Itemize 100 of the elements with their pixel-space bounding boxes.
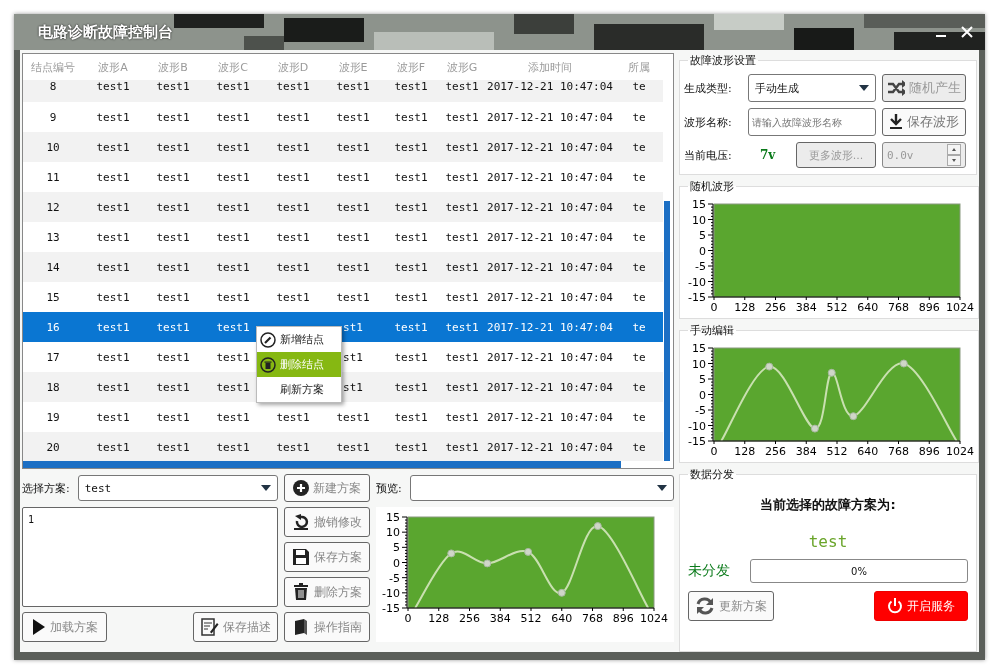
- table-cell-text: test1: [335, 200, 371, 214]
- save-wave-button[interactable]: 保存波形: [882, 108, 966, 136]
- column-header[interactable]: 结点编号: [23, 59, 83, 75]
- table-cell-text: test1: [155, 230, 191, 244]
- table-row[interactable]: 8 test1 test1 test1 test1 test1 test1 test1 2017-12-21 10:47:04 te: [23, 80, 663, 102]
- scheme-action-button[interactable]: 撤销修改: [284, 507, 370, 537]
- table-cell-text: test1: [444, 200, 480, 214]
- table-row[interactable]: 12 test1 test1 test1 test1 test1 test1 test1 2017-12-21 10:47:04 te: [23, 192, 663, 222]
- table-cell-text: test1: [393, 380, 429, 394]
- wave-name-field[interactable]: 请输入故障波形名称: [748, 108, 876, 136]
- data-point: [765, 362, 774, 371]
- column-header[interactable]: 波形G: [439, 59, 485, 75]
- axis-tick-label: 512: [826, 445, 848, 458]
- save-description-button[interactable]: 保存描述: [193, 612, 278, 642]
- table-cell-text: test1: [335, 290, 371, 304]
- menu-item[interactable]: 刷新方案: [257, 377, 341, 402]
- close-icon[interactable]: [961, 26, 973, 38]
- table-cell-text: 2017-12-21 10:47:04: [486, 410, 614, 424]
- table-cell-text: 2017-12-21 10:47:04: [486, 290, 614, 304]
- table-cell-text: 13: [45, 230, 61, 244]
- axis-tick-label: -15: [688, 435, 706, 448]
- scheme-action-button[interactable]: 保存方案: [284, 542, 370, 572]
- new-scheme-button[interactable]: 新建方案: [284, 474, 370, 502]
- table-cell-text: test1: [393, 410, 429, 424]
- group-title: 故障波形设置: [689, 53, 757, 68]
- table-cell-text: 2017-12-21 10:47:04: [486, 350, 614, 364]
- table-cell-text: test1: [215, 170, 251, 184]
- table-cell-text: test1: [215, 110, 251, 124]
- axis-tick-label: -15: [688, 291, 706, 304]
- table-cell-text: test1: [215, 410, 251, 424]
- column-header[interactable]: 添加时间: [485, 59, 615, 75]
- table-cell-text: te: [631, 380, 647, 394]
- axis-tick-label: 0: [699, 388, 706, 402]
- axis-tick-label: 10: [692, 213, 706, 227]
- book-icon: [292, 618, 310, 636]
- table-row[interactable]: 14 test1 test1 test1 test1 test1 test1 test1 2017-12-21 10:47:04 te: [23, 252, 663, 282]
- table-cell-text: 10: [45, 140, 61, 154]
- preview-dropdown[interactable]: [409, 475, 674, 501]
- table-cell-text: te: [631, 440, 647, 454]
- table-cell-text: 2017-12-21 10:47:04: [486, 230, 614, 244]
- axis-tick-label: 1024: [640, 612, 668, 625]
- axis-tick-label: 384: [795, 301, 817, 314]
- table-cell-text: test1: [393, 350, 429, 364]
- table-cell-text: test1: [155, 80, 191, 93]
- data-point: [827, 368, 836, 377]
- scheme-dropdown[interactable]: test: [77, 475, 278, 501]
- table-cell-text: test1: [215, 350, 251, 364]
- menu-item[interactable]: 删除结点: [257, 352, 341, 377]
- axis-tick-label: 640: [857, 301, 879, 314]
- column-header[interactable]: 波形E: [323, 59, 383, 75]
- load-scheme-button[interactable]: 加载方案: [22, 612, 107, 642]
- table-cell-text: test1: [155, 350, 191, 364]
- scrollbar-thumb[interactable]: [23, 461, 621, 468]
- table-row[interactable]: 10 test1 test1 test1 test1 test1 test1 test1 2017-12-21 10:47:04 te: [23, 132, 663, 162]
- table-cell-text: test1: [95, 170, 131, 184]
- table-cell-text: 2017-12-21 10:47:04: [486, 260, 614, 274]
- column-header[interactable]: 所属: [615, 59, 663, 75]
- trash-icon: [292, 583, 310, 601]
- table-cell-text: test1: [95, 110, 131, 124]
- axis-tick-label: 15: [692, 342, 706, 355]
- power-icon: [887, 598, 903, 614]
- table-cell-text: test1: [215, 230, 251, 244]
- start-service-button[interactable]: 开启服务: [874, 591, 968, 621]
- table-cell-text: test1: [95, 80, 131, 93]
- voltage-value: 7v: [759, 148, 776, 162]
- update-scheme-button[interactable]: 更新方案: [688, 591, 774, 621]
- table-cell-text: test1: [444, 260, 480, 274]
- table-cell-text: test1: [215, 440, 251, 454]
- axis-tick-label: 5: [699, 373, 706, 386]
- type-dropdown[interactable]: 手动生成: [748, 74, 876, 102]
- table-cell-text: te: [631, 140, 647, 154]
- column-header[interactable]: 波形F: [383, 59, 439, 75]
- scheme-action-button[interactable]: 删除方案: [284, 577, 370, 607]
- table-cell-text: test1: [275, 80, 311, 93]
- plus-icon: [293, 480, 309, 496]
- axis-tick-label: 384: [795, 445, 817, 458]
- table-cell-text: test1: [95, 380, 131, 394]
- axis-tick-label: 15: [692, 198, 706, 211]
- spin-arrows-icon: [947, 144, 961, 166]
- note-pencil-icon: [200, 618, 219, 636]
- column-header[interactable]: 波形C: [203, 59, 263, 75]
- table-cell-text: test1: [393, 200, 429, 214]
- table-cell-text: test1: [444, 410, 480, 424]
- table-cell-text: test1: [335, 110, 371, 124]
- table-cell-text: test1: [393, 110, 429, 124]
- table-cell-text: 11: [45, 170, 61, 184]
- axis-tick-label: 0: [699, 244, 706, 258]
- floppy-icon: [292, 548, 310, 566]
- description-field[interactable]: 1: [22, 507, 278, 607]
- column-header[interactable]: 波形A: [83, 59, 143, 75]
- table-cell-text: test1: [444, 290, 480, 304]
- table-cell-text: test1: [444, 350, 480, 364]
- table-row[interactable]: 20 test1 test1 test1 test1 test1 test1 test1 2017-12-21 10:47:04 te: [23, 432, 663, 461]
- column-header[interactable]: 波形B: [143, 59, 203, 75]
- column-header[interactable]: 波形D: [263, 59, 323, 75]
- scheme-action-button[interactable]: 操作指南: [284, 612, 370, 642]
- scrollbar-thumb[interactable]: [664, 201, 670, 461]
- table-cell-text: test1: [444, 110, 480, 124]
- axis-tick-label: 5: [393, 541, 400, 555]
- table-cell-text: te: [631, 170, 647, 184]
